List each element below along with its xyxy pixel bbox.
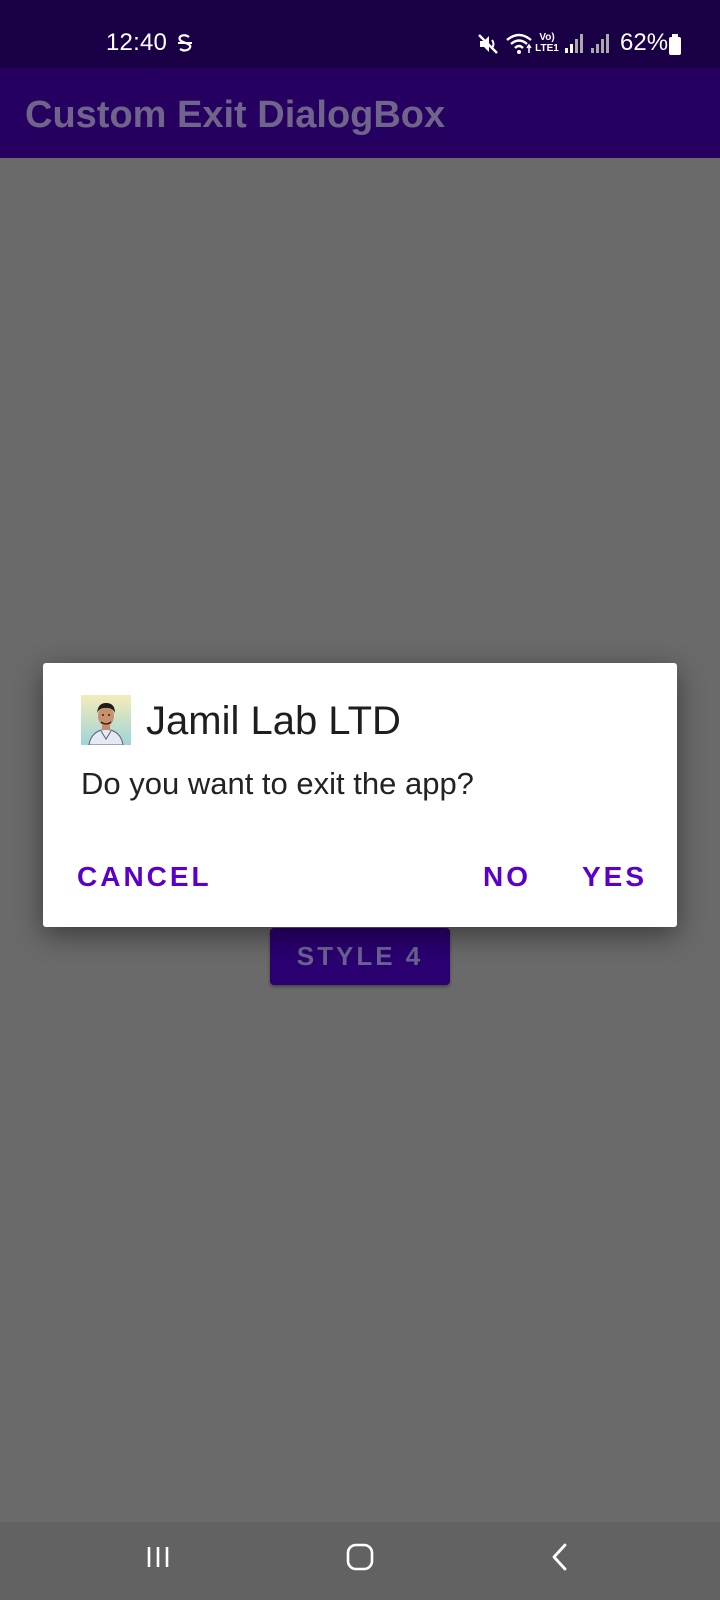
app-bar: Custom Exit DialogBox (0, 68, 720, 158)
volte-icon: Vo) LTE1 (535, 32, 559, 56)
exit-dialog: Jamil Lab LTD Do you want to exit the ap… (43, 663, 677, 927)
dialog-title: Jamil Lab LTD (146, 699, 401, 743)
no-button[interactable]: NO (477, 853, 537, 901)
app-title: Custom Exit DialogBox (25, 94, 446, 136)
dialog-message: Do you want to exit the app? (81, 766, 474, 801)
wifi-icon (506, 33, 532, 54)
style-4-button[interactable]: STYLE 4 (270, 928, 450, 985)
status-bar: 12:40 Vo) LTE1 62% (0, 0, 720, 68)
avatar (81, 695, 131, 745)
yes-button[interactable]: YES (576, 853, 653, 901)
navigation-bar (0, 1522, 720, 1600)
battery-icon (669, 34, 681, 55)
volte-label-bottom: LTE1 (535, 43, 559, 54)
back-icon[interactable] (548, 1542, 572, 1572)
cancel-button[interactable]: CANCEL (71, 853, 218, 901)
status-time: 12:40 (106, 29, 168, 56)
signal-icon (591, 34, 609, 53)
home-icon[interactable] (345, 1542, 375, 1572)
profile-avatar (81, 695, 131, 745)
volte-label-top: Vo) (539, 32, 555, 43)
recents-icon[interactable] (143, 1542, 173, 1572)
battery-percent: 62% (620, 29, 669, 56)
signal-icon (565, 34, 583, 53)
s-icon (178, 34, 192, 52)
mute-icon (478, 34, 498, 54)
